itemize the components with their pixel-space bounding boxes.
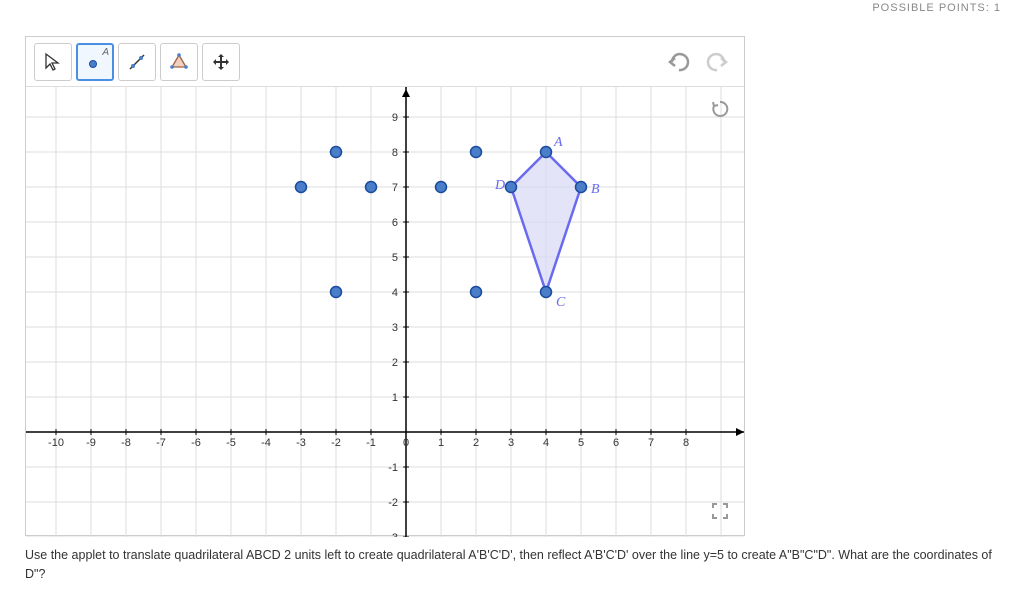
plotted-point[interactable] <box>471 147 482 158</box>
refresh-button[interactable] <box>706 95 734 123</box>
y-tick-label: 4 <box>392 287 398 299</box>
line-tool-button[interactable] <box>118 43 156 81</box>
y-tick-label: -3 <box>388 532 398 537</box>
vertex-label-b: B <box>591 182 600 197</box>
y-tick-label: 3 <box>392 322 398 334</box>
plotted-point[interactable] <box>436 182 447 193</box>
possible-points-label: POSSIBLE POINTS: 1 <box>0 0 1021 16</box>
x-tick-label: 0 <box>403 437 409 449</box>
vertex-label-c: C <box>556 295 566 310</box>
x-tick-label: 2 <box>473 437 479 449</box>
move-graphics-tool-button[interactable] <box>202 43 240 81</box>
x-tick-label: -7 <box>156 437 166 449</box>
y-tick-label: 5 <box>392 252 398 264</box>
y-tick-label: -2 <box>388 497 398 509</box>
y-tick-label: 2 <box>392 357 398 369</box>
x-tick-label: -3 <box>296 437 306 449</box>
x-tick-label: 1 <box>438 437 444 449</box>
vertex-a[interactable] <box>541 147 552 158</box>
plotted-point[interactable] <box>331 287 342 298</box>
vertex-c[interactable] <box>541 287 552 298</box>
quadrilateral-abcd[interactable] <box>511 152 581 292</box>
x-tick-label: -9 <box>86 437 96 449</box>
vertex-label-a: A <box>553 135 563 150</box>
y-tick-label: 8 <box>392 147 398 159</box>
polygon-tool-button[interactable] <box>160 43 198 81</box>
y-tick-label: 9 <box>392 112 398 124</box>
x-tick-label: 4 <box>543 437 549 449</box>
x-tick-label: -4 <box>261 437 271 449</box>
y-tick-label: -1 <box>388 462 398 474</box>
x-tick-label: 5 <box>578 437 584 449</box>
geogebra-applet: A -10-9-8-7-6-5-4-3-2-101234567898765432… <box>25 36 745 536</box>
x-tick-label: -6 <box>191 437 201 449</box>
move-tool-button[interactable] <box>34 43 72 81</box>
x-tick-label: 6 <box>613 437 619 449</box>
graph-canvas[interactable]: -10-9-8-7-6-5-4-3-2-1012345678987654321-… <box>26 87 744 537</box>
y-tick-label: 6 <box>392 217 398 229</box>
x-tick-label: -10 <box>48 437 64 449</box>
undo-redo-group <box>664 47 732 77</box>
y-tick-label: 1 <box>392 392 398 404</box>
fullscreen-button[interactable] <box>706 497 734 525</box>
y-tick-label: 7 <box>392 182 398 194</box>
x-tick-label: -5 <box>226 437 236 449</box>
vertex-b[interactable] <box>576 182 587 193</box>
undo-button[interactable] <box>664 47 694 77</box>
x-tick-label: -2 <box>331 437 341 449</box>
point-tool-button[interactable]: A <box>76 43 114 81</box>
plotted-point[interactable] <box>366 182 377 193</box>
x-tick-label: 8 <box>683 437 689 449</box>
toolbar: A <box>26 37 744 87</box>
x-tick-label: -8 <box>121 437 131 449</box>
x-tick-label: 3 <box>508 437 514 449</box>
plotted-point[interactable] <box>296 182 307 193</box>
vertex-label-d: D <box>494 178 505 193</box>
plotted-point[interactable] <box>331 147 342 158</box>
point-tool-label: A <box>102 47 109 58</box>
redo-button[interactable] <box>702 47 732 77</box>
plotted-point[interactable] <box>471 287 482 298</box>
question-text: Use the applet to translate quadrilatera… <box>25 546 995 584</box>
vertex-d[interactable] <box>506 182 517 193</box>
x-tick-label: -1 <box>366 437 376 449</box>
x-tick-label: 7 <box>648 437 654 449</box>
